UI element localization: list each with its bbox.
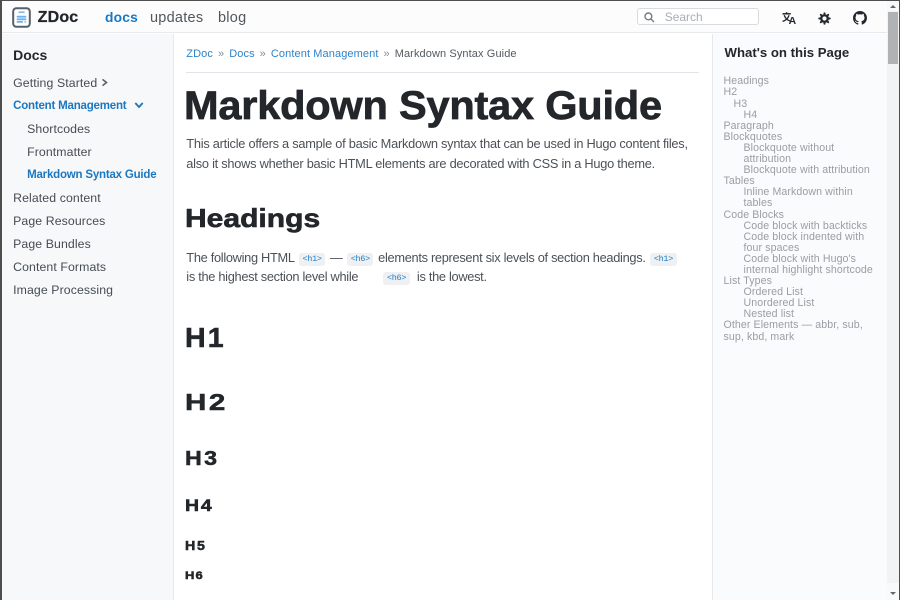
svg-text:A: A [788, 16, 795, 25]
